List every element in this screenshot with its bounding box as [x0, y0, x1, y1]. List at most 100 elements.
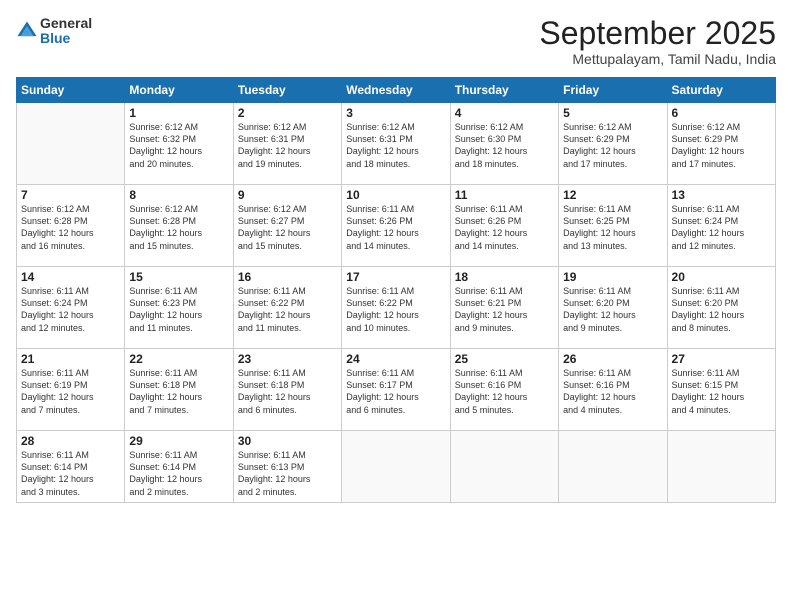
- day-cell: 6Sunrise: 6:12 AM Sunset: 6:29 PM Daylig…: [667, 103, 775, 185]
- day-info: Sunrise: 6:11 AM Sunset: 6:16 PM Dayligh…: [563, 367, 662, 416]
- day-cell: 19Sunrise: 6:11 AM Sunset: 6:20 PM Dayli…: [559, 267, 667, 349]
- month-title: September 2025: [539, 16, 776, 51]
- col-friday: Friday: [559, 78, 667, 103]
- day-info: Sunrise: 6:12 AM Sunset: 6:28 PM Dayligh…: [129, 203, 228, 252]
- day-info: Sunrise: 6:11 AM Sunset: 6:20 PM Dayligh…: [563, 285, 662, 334]
- day-cell: 27Sunrise: 6:11 AM Sunset: 6:15 PM Dayli…: [667, 349, 775, 431]
- day-cell: [667, 431, 775, 503]
- day-cell: 24Sunrise: 6:11 AM Sunset: 6:17 PM Dayli…: [342, 349, 450, 431]
- day-number: 23: [238, 352, 337, 366]
- day-cell: 8Sunrise: 6:12 AM Sunset: 6:28 PM Daylig…: [125, 185, 233, 267]
- day-cell: 7Sunrise: 6:12 AM Sunset: 6:28 PM Daylig…: [17, 185, 125, 267]
- day-info: Sunrise: 6:12 AM Sunset: 6:29 PM Dayligh…: [563, 121, 662, 170]
- day-cell: 1Sunrise: 6:12 AM Sunset: 6:32 PM Daylig…: [125, 103, 233, 185]
- day-info: Sunrise: 6:11 AM Sunset: 6:19 PM Dayligh…: [21, 367, 120, 416]
- location: Mettupalayam, Tamil Nadu, India: [539, 51, 776, 67]
- week-row-3: 14Sunrise: 6:11 AM Sunset: 6:24 PM Dayli…: [17, 267, 776, 349]
- col-saturday: Saturday: [667, 78, 775, 103]
- day-info: Sunrise: 6:12 AM Sunset: 6:29 PM Dayligh…: [672, 121, 771, 170]
- day-number: 15: [129, 270, 228, 284]
- day-cell: [559, 431, 667, 503]
- day-cell: [450, 431, 558, 503]
- day-cell: 4Sunrise: 6:12 AM Sunset: 6:30 PM Daylig…: [450, 103, 558, 185]
- day-cell: 23Sunrise: 6:11 AM Sunset: 6:18 PM Dayli…: [233, 349, 341, 431]
- day-info: Sunrise: 6:11 AM Sunset: 6:17 PM Dayligh…: [346, 367, 445, 416]
- day-info: Sunrise: 6:11 AM Sunset: 6:22 PM Dayligh…: [238, 285, 337, 334]
- day-number: 6: [672, 106, 771, 120]
- logo: General Blue: [16, 16, 92, 47]
- day-number: 11: [455, 188, 554, 202]
- day-number: 30: [238, 434, 337, 448]
- day-cell: 26Sunrise: 6:11 AM Sunset: 6:16 PM Dayli…: [559, 349, 667, 431]
- day-cell: 21Sunrise: 6:11 AM Sunset: 6:19 PM Dayli…: [17, 349, 125, 431]
- day-cell: 17Sunrise: 6:11 AM Sunset: 6:22 PM Dayli…: [342, 267, 450, 349]
- day-number: 8: [129, 188, 228, 202]
- day-info: Sunrise: 6:11 AM Sunset: 6:13 PM Dayligh…: [238, 449, 337, 498]
- week-row-5: 28Sunrise: 6:11 AM Sunset: 6:14 PM Dayli…: [17, 431, 776, 503]
- day-number: 24: [346, 352, 445, 366]
- day-number: 9: [238, 188, 337, 202]
- day-cell: 13Sunrise: 6:11 AM Sunset: 6:24 PM Dayli…: [667, 185, 775, 267]
- day-info: Sunrise: 6:12 AM Sunset: 6:32 PM Dayligh…: [129, 121, 228, 170]
- week-row-4: 21Sunrise: 6:11 AM Sunset: 6:19 PM Dayli…: [17, 349, 776, 431]
- day-number: 14: [21, 270, 120, 284]
- week-row-1: 1Sunrise: 6:12 AM Sunset: 6:32 PM Daylig…: [17, 103, 776, 185]
- day-cell: 5Sunrise: 6:12 AM Sunset: 6:29 PM Daylig…: [559, 103, 667, 185]
- day-cell: 9Sunrise: 6:12 AM Sunset: 6:27 PM Daylig…: [233, 185, 341, 267]
- day-info: Sunrise: 6:12 AM Sunset: 6:27 PM Dayligh…: [238, 203, 337, 252]
- day-cell: 20Sunrise: 6:11 AM Sunset: 6:20 PM Dayli…: [667, 267, 775, 349]
- logo-icon: [16, 20, 38, 42]
- day-info: Sunrise: 6:12 AM Sunset: 6:31 PM Dayligh…: [238, 121, 337, 170]
- col-sunday: Sunday: [17, 78, 125, 103]
- day-number: 25: [455, 352, 554, 366]
- logo-general: General: [40, 16, 92, 31]
- day-number: 7: [21, 188, 120, 202]
- day-info: Sunrise: 6:11 AM Sunset: 6:22 PM Dayligh…: [346, 285, 445, 334]
- page: General Blue September 2025 Mettupalayam…: [0, 0, 792, 612]
- day-info: Sunrise: 6:11 AM Sunset: 6:14 PM Dayligh…: [21, 449, 120, 498]
- day-info: Sunrise: 6:11 AM Sunset: 6:16 PM Dayligh…: [455, 367, 554, 416]
- col-tuesday: Tuesday: [233, 78, 341, 103]
- day-cell: 25Sunrise: 6:11 AM Sunset: 6:16 PM Dayli…: [450, 349, 558, 431]
- day-number: 28: [21, 434, 120, 448]
- day-cell: [17, 103, 125, 185]
- day-info: Sunrise: 6:11 AM Sunset: 6:18 PM Dayligh…: [129, 367, 228, 416]
- day-cell: 15Sunrise: 6:11 AM Sunset: 6:23 PM Dayli…: [125, 267, 233, 349]
- day-cell: [342, 431, 450, 503]
- col-monday: Monday: [125, 78, 233, 103]
- day-info: Sunrise: 6:11 AM Sunset: 6:25 PM Dayligh…: [563, 203, 662, 252]
- day-info: Sunrise: 6:11 AM Sunset: 6:20 PM Dayligh…: [672, 285, 771, 334]
- day-number: 2: [238, 106, 337, 120]
- day-info: Sunrise: 6:11 AM Sunset: 6:24 PM Dayligh…: [21, 285, 120, 334]
- day-cell: 29Sunrise: 6:11 AM Sunset: 6:14 PM Dayli…: [125, 431, 233, 503]
- day-number: 17: [346, 270, 445, 284]
- day-cell: 16Sunrise: 6:11 AM Sunset: 6:22 PM Dayli…: [233, 267, 341, 349]
- day-number: 16: [238, 270, 337, 284]
- day-number: 22: [129, 352, 228, 366]
- day-number: 20: [672, 270, 771, 284]
- day-cell: 11Sunrise: 6:11 AM Sunset: 6:26 PM Dayli…: [450, 185, 558, 267]
- day-info: Sunrise: 6:11 AM Sunset: 6:23 PM Dayligh…: [129, 285, 228, 334]
- week-row-2: 7 Sunrise: 6:12 AM Sunset: 6:28 PM Daylig…: [17, 185, 776, 267]
- day-cell: 2Sunrise: 6:12 AM Sunset: 6:31 PM Daylig…: [233, 103, 341, 185]
- day-number: 19: [563, 270, 662, 284]
- day-cell: 3Sunrise: 6:12 AM Sunset: 6:31 PM Daylig…: [342, 103, 450, 185]
- logo-text: General Blue: [40, 16, 92, 47]
- day-cell: 10Sunrise: 6:11 AM Sunset: 6:26 PM Dayli…: [342, 185, 450, 267]
- col-wednesday: Wednesday: [342, 78, 450, 103]
- day-number: 21: [21, 352, 120, 366]
- day-cell: 14Sunrise: 6:11 AM Sunset: 6:24 PM Dayli…: [17, 267, 125, 349]
- day-info: Sunrise: 6:11 AM Sunset: 6:24 PM Dayligh…: [672, 203, 771, 252]
- day-number: 12: [563, 188, 662, 202]
- day-number: 13: [672, 188, 771, 202]
- day-info: Sunrise: 6:11 AM Sunset: 6:21 PM Dayligh…: [455, 285, 554, 334]
- day-info: Sunrise: 6:12 AM Sunset: 6:30 PM Dayligh…: [455, 121, 554, 170]
- day-cell: 22Sunrise: 6:11 AM Sunset: 6:18 PM Dayli…: [125, 349, 233, 431]
- title-section: September 2025 Mettupalayam, Tamil Nadu,…: [539, 16, 776, 67]
- day-number: 5: [563, 106, 662, 120]
- day-cell: 28Sunrise: 6:11 AM Sunset: 6:14 PM Dayli…: [17, 431, 125, 503]
- header: General Blue September 2025 Mettupalayam…: [16, 16, 776, 67]
- day-info: Sunrise: 6:12 AM Sunset: 6:31 PM Dayligh…: [346, 121, 445, 170]
- day-number: 3: [346, 106, 445, 120]
- day-number: 26: [563, 352, 662, 366]
